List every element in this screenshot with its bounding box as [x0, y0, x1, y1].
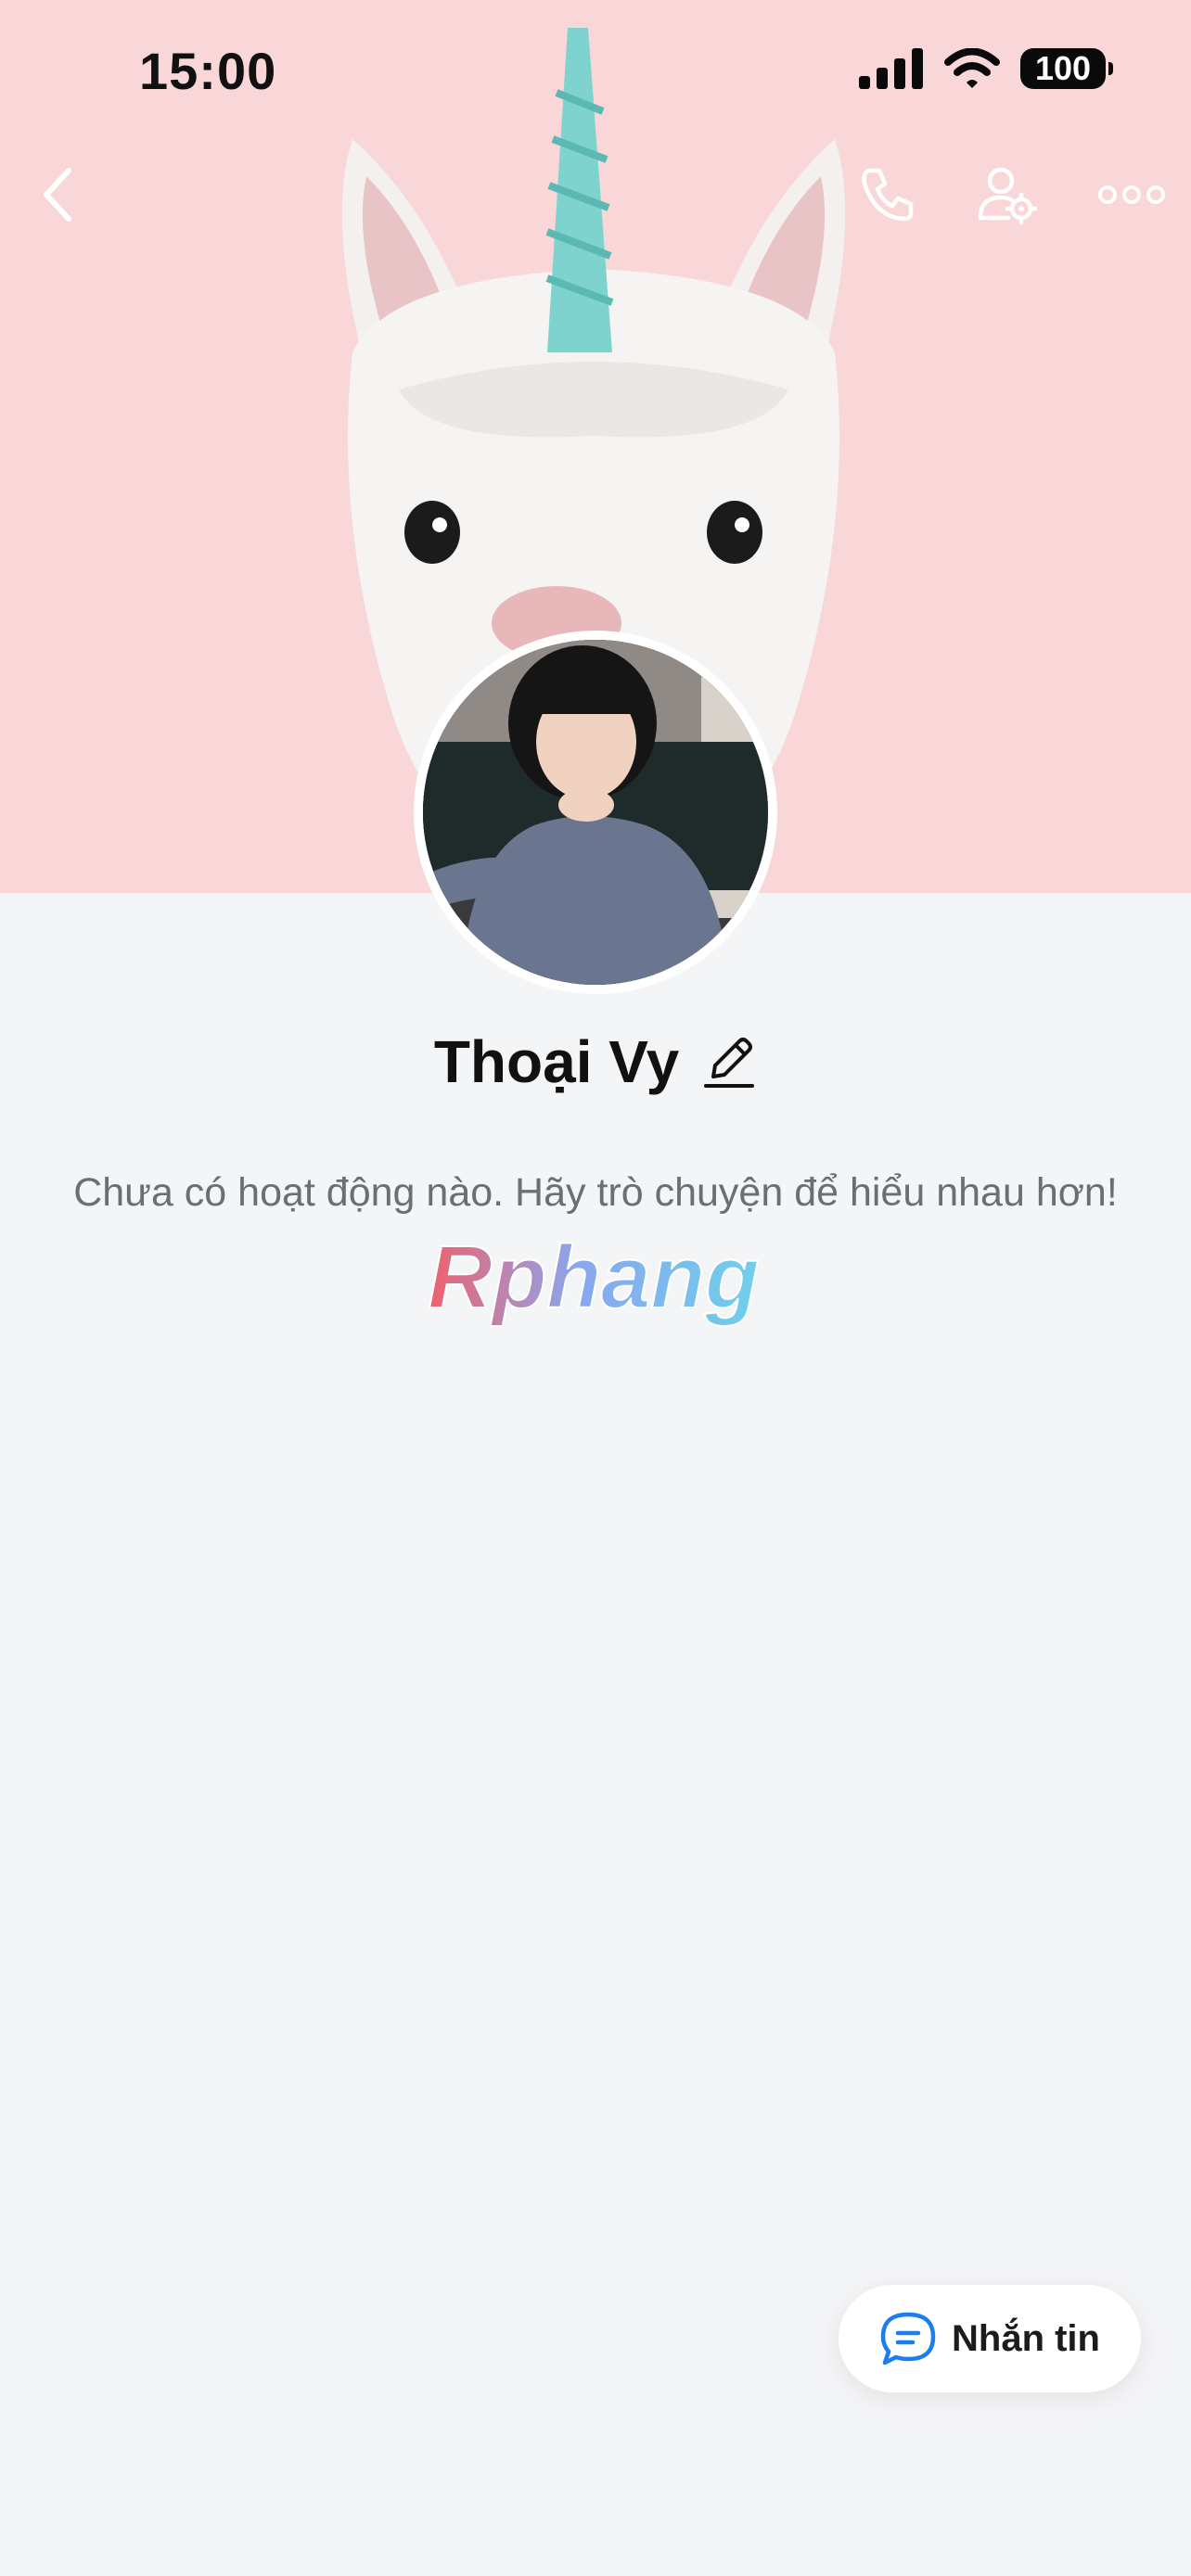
wifi-icon — [944, 48, 1000, 88]
watermark-text: Rphang — [428, 1235, 759, 1327]
more-dots-icon — [1098, 185, 1165, 204]
status-bar: 15:00 100 — [0, 0, 1191, 139]
profile-settings-button[interactable] — [970, 158, 1044, 232]
watermark-logo: Rphang — [427, 1235, 760, 1328]
back-button[interactable] — [20, 158, 95, 232]
profile-screen: 15:00 100 Thoại Vy Chưa có hoạt động nào… — [0, 0, 1191, 2576]
battery-indicator: 100 — [1020, 48, 1113, 89]
edit-name-button[interactable] — [701, 1032, 757, 1091]
message-button[interactable]: Nhắn tin — [839, 2285, 1141, 2392]
call-button[interactable] — [850, 158, 924, 232]
more-options-button[interactable] — [1095, 158, 1169, 232]
chevron-left-icon — [44, 168, 71, 222]
pencil-icon — [704, 1038, 755, 1088]
signal-icon — [859, 48, 923, 89]
user-settings-icon — [978, 167, 1038, 225]
activity-empty-text: Chưa có hoạt động nào. Hãy trò chuyện để… — [73, 1170, 1118, 1215]
status-time: 15:00 — [139, 42, 277, 100]
avatar[interactable] — [414, 631, 777, 994]
profile-name: Thoại Vy — [433, 1028, 680, 1095]
name-row: Thoại Vy — [0, 1027, 1191, 1096]
status-icons: 100 — [859, 48, 1113, 89]
avatar-illustration — [423, 640, 768, 985]
phone-icon — [862, 168, 914, 222]
message-button-label: Nhắn tin — [952, 2317, 1100, 2359]
avatar-photo — [423, 640, 768, 985]
chat-bubble-icon — [880, 2312, 936, 2366]
